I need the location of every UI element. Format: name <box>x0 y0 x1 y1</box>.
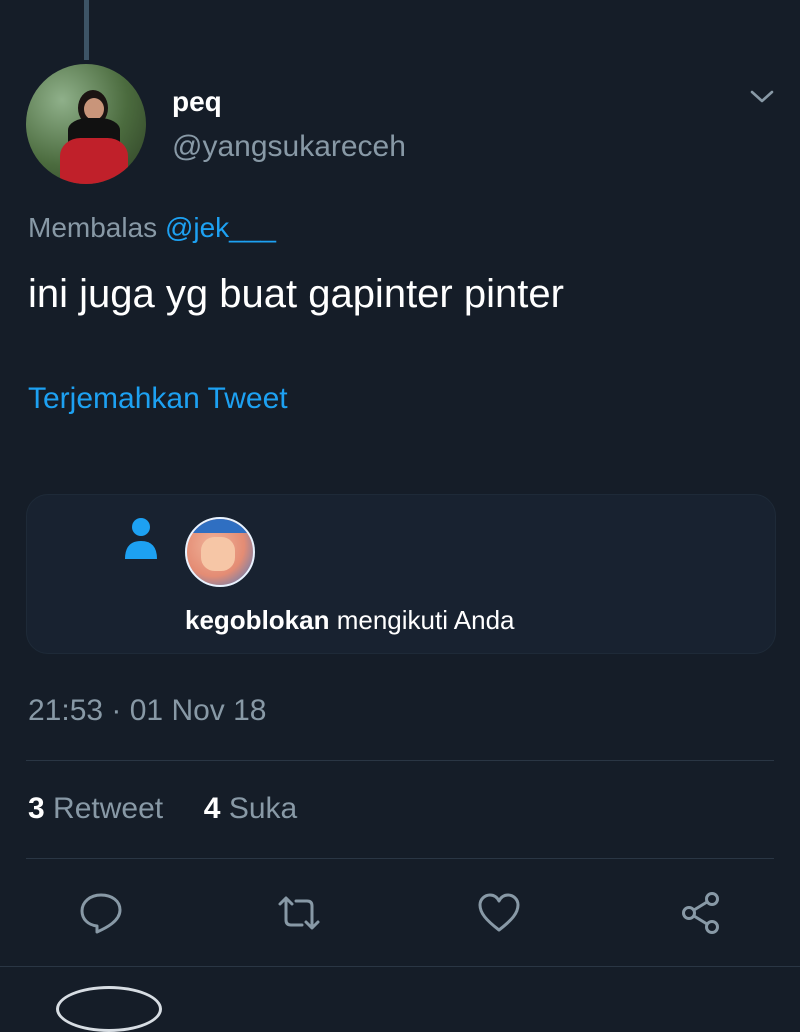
like-stat[interactable]: 4 Suka <box>204 792 297 825</box>
user-display-name[interactable]: peq <box>172 86 222 118</box>
engagement-stats: 3 Retweet 4 Suka <box>28 792 297 826</box>
heart-icon[interactable] <box>476 890 522 936</box>
divider-top <box>26 760 774 761</box>
like-count: 4 <box>203 792 221 825</box>
retweet-count: 3 <box>28 792 45 825</box>
reply-icon[interactable] <box>78 890 124 936</box>
share-icon[interactable] <box>678 890 724 936</box>
person-icon <box>125 518 157 559</box>
follow-text-suffix: mengikuti Anda <box>336 605 515 635</box>
retweet-icon[interactable] <box>276 890 322 936</box>
tweet-timestamp: 21:53 · 01 Nov 18 <box>28 694 267 727</box>
reply-mention-link[interactable]: @jek___ <box>165 212 276 243</box>
reply-context: Membalas @jek___ <box>28 212 276 244</box>
chevron-down-icon[interactable] <box>748 82 776 110</box>
follower-avatar-mark <box>201 537 235 571</box>
user-handle[interactable]: @yangsukareceh <box>172 130 406 164</box>
tweet-separator <box>0 966 800 967</box>
translate-tweet-link[interactable]: Terjemahkan Tweet <box>28 382 288 416</box>
tweet-text: ini juga yg buat gapinter pinter <box>28 272 564 316</box>
follower-avatar <box>185 517 255 587</box>
thread-connector-line <box>84 0 89 60</box>
avatar-face <box>84 98 104 120</box>
user-avatar[interactable] <box>26 64 146 184</box>
avatar-shirt <box>60 138 128 184</box>
divider-bottom <box>26 858 774 859</box>
like-stat-label: Suka <box>228 792 298 825</box>
reply-prefix: Membalas <box>28 212 158 243</box>
tweet-media-card[interactable]: kegoblokan mengikuti Anda <box>26 494 776 654</box>
follow-notification-text: kegoblokan mengikuti Anda <box>185 605 515 636</box>
retweet-stat-label: Retweet <box>53 792 164 825</box>
retweet-stat[interactable]: 3 Retweet <box>28 792 171 825</box>
follower-name: kegoblokan <box>185 605 330 635</box>
next-tweet-avatar[interactable] <box>56 986 162 1032</box>
follower-avatar-band <box>187 519 253 533</box>
